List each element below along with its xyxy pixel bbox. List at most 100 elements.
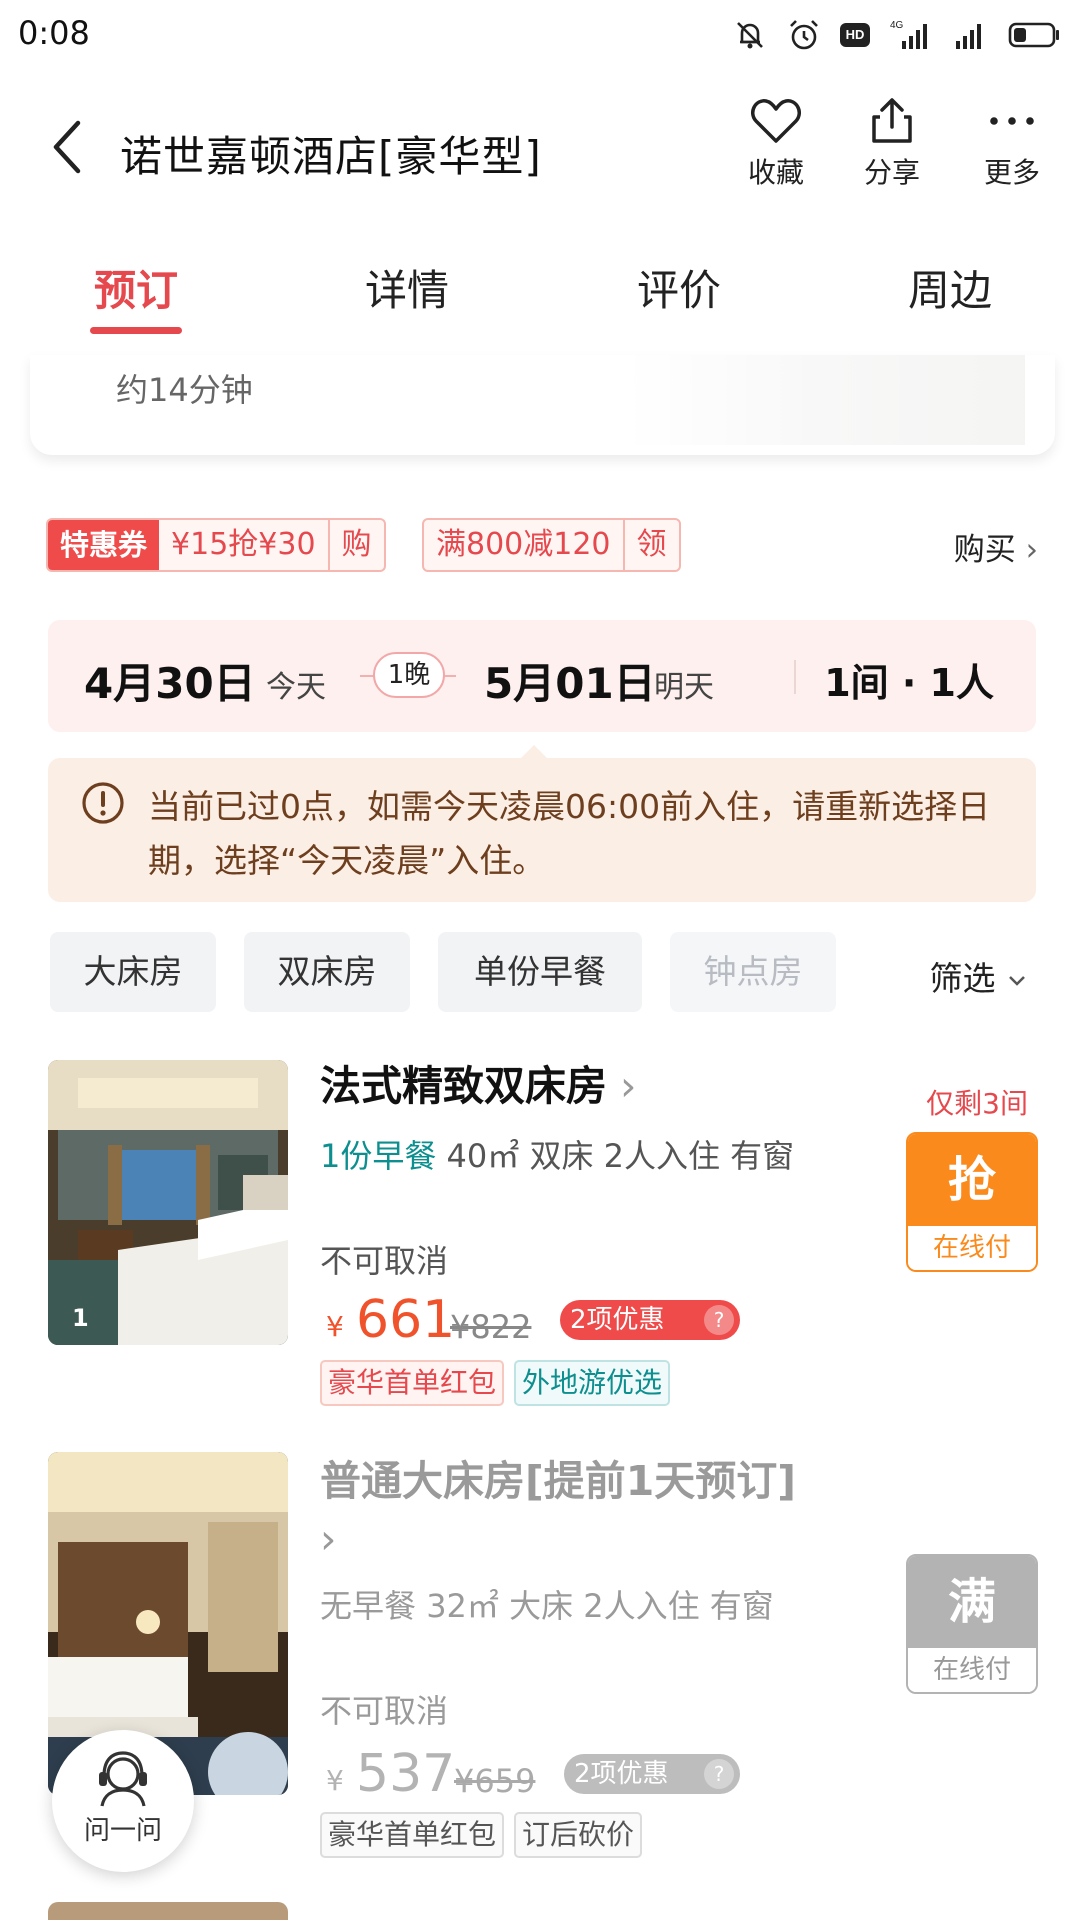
help-icon[interactable]: ? — [704, 1759, 734, 1789]
pay-label: 在线付 — [908, 1226, 1036, 1270]
notice-text: 当前已过0点，如需今天凌晨06:00前入住，请重新选择日期，选择“今天凌晨”入住… — [148, 787, 991, 880]
chevron-down-icon — [1009, 975, 1025, 986]
room-tags: 豪华首单红包 订后砍价 — [320, 1812, 643, 1858]
share-icon — [872, 98, 912, 143]
battery-icon — [1008, 22, 1059, 48]
currency-symbol: ¥ — [326, 1764, 344, 1797]
current-price: 661 — [356, 1290, 456, 1350]
more-label: 更多 — [983, 156, 1040, 189]
cancel-policy: 不可取消 — [320, 1242, 449, 1280]
price-row: ¥ 661 ¥822 2项优惠161 ? — [320, 1290, 740, 1375]
travel-time: 约14分钟 — [116, 371, 253, 409]
coupon-tag: 特惠券 — [48, 520, 160, 570]
room-name[interactable]: 法式精致双床房 › — [320, 1060, 820, 1112]
status-bar: 0:08 HD 4G — [0, 0, 1080, 72]
coupon-claim-button[interactable]: 领 — [622, 520, 679, 570]
book-button[interactable]: 满 在线付 — [906, 1554, 1038, 1694]
room-meta: 无早餐 32㎡ 大床 2人入住 有窗 — [320, 1582, 810, 1630]
price-row: ¥ 537 ¥659 2项优惠122 ? — [320, 1744, 740, 1829]
coupon-row: 特惠券 ¥15抢¥30 购 满800减120 领 购买 › — [46, 518, 1046, 574]
map-thumbnail — [625, 355, 1025, 445]
share-button[interactable]: 分享 — [842, 97, 942, 191]
buy-label: 购买 — [953, 532, 1016, 568]
coupon-buy-button[interactable]: 购 — [327, 520, 384, 570]
network-label: 4G — [890, 20, 904, 31]
room-tags: 豪华首单红包 外地游优选 — [320, 1360, 671, 1406]
signal-4g-icon: 4G — [890, 20, 927, 49]
coupon-deal-1-text: ¥15抢¥30 — [171, 527, 316, 562]
help-icon[interactable]: ? — [704, 1305, 734, 1335]
back-arrow-icon[interactable] — [44, 115, 96, 179]
tab-booking[interactable]: 预订 — [94, 257, 178, 318]
hotel-title: 诺世嘉顿酒店[豪华型] — [120, 132, 542, 181]
filter-button[interactable]: 筛选 — [930, 952, 1029, 1000]
room-name[interactable]: 普通大床房[提前1天预订] › — [320, 1452, 820, 1568]
room-card[interactable]: 1 法式精致双床房 › 1份早餐 40㎡ 双床 2人入住 有窗 不可取消 ¥ 6… — [0, 1060, 1080, 1410]
pay-label: 在线付 — [908, 1648, 1036, 1692]
filter-chip-hourly-room[interactable]: 钟点房 — [670, 932, 836, 1012]
breakfast-info: 无早餐 — [320, 1587, 417, 1625]
share-label: 分享 — [863, 156, 920, 189]
promo-badge[interactable]: 2项优惠122 ? — [564, 1754, 740, 1829]
coupon-deal-2-text: 满800减120 — [436, 527, 611, 562]
chevron-right-icon: › — [1015, 532, 1038, 568]
chevron-right-icon: › — [607, 1062, 637, 1110]
room-name-text: 普通大床房[提前1天预订] — [320, 1457, 797, 1505]
filter-chip-twin-bed[interactable]: 双床房 — [244, 932, 410, 1012]
warning-icon — [82, 782, 124, 824]
photo-count: 1 — [72, 1304, 89, 1332]
location-card[interactable]: 约14分钟 — [30, 355, 1055, 455]
room-specs: 32㎡ 大床 2人入住 有窗 — [426, 1587, 774, 1625]
coupon-deal-2[interactable]: 满800减120 领 — [422, 518, 681, 572]
nights-count: 1晚 — [373, 652, 445, 698]
filter-label: 筛选 — [929, 959, 996, 998]
hotel-header: 诺世嘉顿酒店[豪华型] 收藏 分享 更多 — [0, 85, 1080, 225]
checkin-day: 今天 — [266, 670, 326, 705]
room-photo[interactable] — [48, 1060, 288, 1345]
tab-bar: 预订 详情 评价 周边 — [0, 245, 1080, 345]
filter-chip-king-bed[interactable]: 大床房 — [50, 932, 216, 1012]
status-time: 0:08 — [18, 14, 90, 52]
room-name-text: 法式精致双床房 — [320, 1062, 607, 1110]
breakfast-info: 1份早餐 — [320, 1137, 437, 1175]
tab-details[interactable]: 详情 — [365, 257, 449, 318]
room-meta: 1份早餐 40㎡ 双床 2人入住 有窗 — [320, 1132, 810, 1180]
more-button[interactable]: 更多 — [962, 97, 1062, 191]
filter-chip-single-breakfast[interactable]: 单份早餐 — [438, 932, 642, 1012]
book-label: 抢 — [908, 1134, 1036, 1226]
room-photo-image — [48, 1060, 288, 1345]
tag-post-order-bargain: 订后砍价 — [514, 1812, 643, 1858]
active-tab-indicator — [90, 327, 182, 334]
date-selector[interactable]: 4月30日 今天 1晚 5月01日 明天 1间 · 1人 — [48, 620, 1036, 732]
notice-caret — [520, 745, 548, 759]
coupon-deal-1[interactable]: 特惠券 ¥15抢¥30 购 — [46, 518, 386, 572]
tag-first-order-bonus: 豪华首单红包 — [320, 1360, 505, 1406]
mute-bell-icon — [737, 22, 763, 49]
original-price: ¥659 — [454, 1762, 536, 1800]
favorite-button[interactable]: 收藏 — [726, 97, 826, 191]
alarm-icon — [790, 20, 818, 50]
late-night-notice: 当前已过0点，如需今天凌晨06:00前入住，请重新选择日期，选择“今天凌晨”入住… — [48, 758, 1036, 902]
original-price: ¥822 — [450, 1308, 532, 1346]
checkin-date[interactable]: 4月30日 — [84, 650, 256, 711]
current-price: 537 — [356, 1744, 456, 1804]
ask-label: 问一问 — [83, 1816, 162, 1846]
currency-symbol: ¥ — [326, 1310, 344, 1343]
next-room-photo[interactable] — [48, 1902, 288, 1920]
tab-nearby[interactable]: 周边 — [908, 257, 992, 318]
heart-icon — [751, 99, 801, 143]
rooms-guests[interactable]: 1间 · 1人 — [824, 652, 994, 707]
hd-icon: HD — [840, 23, 870, 47]
checkout-date[interactable]: 5月01日 — [484, 650, 656, 711]
promo-badge[interactable]: 2项优惠161 ? — [560, 1300, 740, 1375]
buy-coupons-link[interactable]: 购买 › — [954, 524, 1038, 569]
signal-icon — [956, 24, 981, 49]
room-specs: 40㎡ 双床 2人入住 有窗 — [446, 1137, 795, 1175]
tag-first-order-bonus: 豪华首单红包 — [320, 1812, 505, 1858]
status-icons: HD 4G — [732, 12, 1062, 58]
tab-reviews[interactable]: 评价 — [637, 257, 721, 318]
book-label: 满 — [908, 1556, 1036, 1648]
book-button[interactable]: 抢 在线付 — [906, 1132, 1038, 1272]
more-dots-icon — [990, 117, 1034, 125]
ask-button[interactable]: 问一问 — [52, 1730, 194, 1872]
